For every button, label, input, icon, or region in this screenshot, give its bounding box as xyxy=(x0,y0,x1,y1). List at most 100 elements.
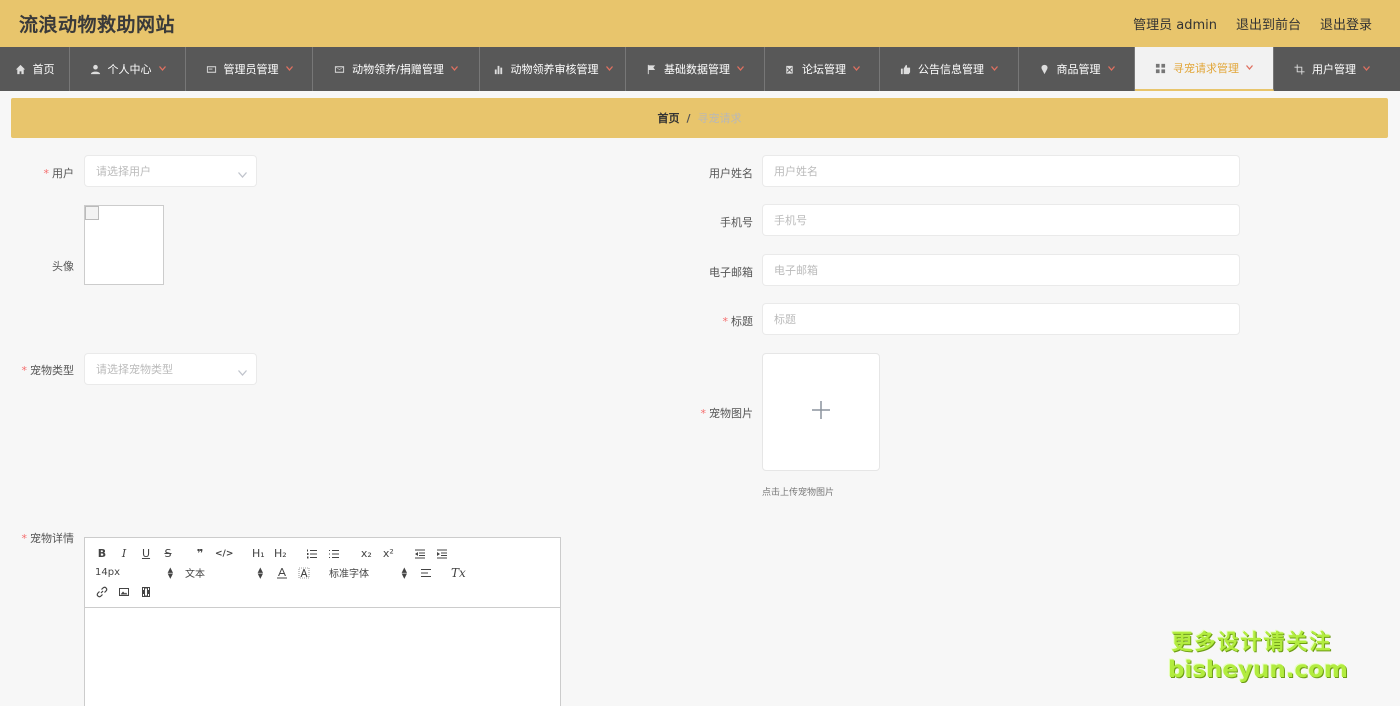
chevron-down-icon xyxy=(158,65,166,73)
nav-label: 首页 xyxy=(32,63,55,76)
name-input[interactable]: 用户姓名 xyxy=(762,155,1240,187)
superscript-button[interactable]: x² xyxy=(381,546,395,562)
chevron-down-icon xyxy=(238,168,247,178)
logout-link[interactable]: 退出登录 xyxy=(1320,14,1372,33)
header-select[interactable]: 文本 ▲ ▼ xyxy=(185,565,263,580)
updown-icon: ▲ ▼ xyxy=(257,565,263,580)
mail-icon xyxy=(334,64,345,75)
breadcrumb-current: 寻宠请求 xyxy=(697,112,742,125)
pet-detail-label: * 宠物详情 xyxy=(10,530,75,546)
font-size-value: 14px xyxy=(95,567,120,578)
chevron-down-icon xyxy=(1363,65,1370,73)
chevron-down-icon xyxy=(238,366,247,376)
crop-icon xyxy=(1294,63,1305,75)
phone-placeholder: 手机号 xyxy=(774,214,807,227)
email-input[interactable]: 电子邮箱 xyxy=(762,254,1240,286)
label-text: 宠物图片 xyxy=(709,407,753,420)
bar-chart-icon xyxy=(493,64,504,75)
font-family-select[interactable]: 标准字体 ▲ ▼ xyxy=(329,565,407,580)
nav-label: 论坛管理 xyxy=(802,63,846,76)
nav-label: 商品管理 xyxy=(1056,63,1101,76)
plus-icon xyxy=(811,400,831,424)
bold-button[interactable]: B xyxy=(95,546,109,562)
upload-tip: 点击上传宠物图片 xyxy=(762,488,835,498)
thumb-icon xyxy=(900,64,911,75)
indent-icon[interactable] xyxy=(435,546,449,562)
h1-button[interactable]: H₁ xyxy=(251,546,265,562)
current-user: 管理员 admin xyxy=(1133,18,1217,33)
required-mark: * xyxy=(722,315,729,328)
watermark-line2: bisheyun.com xyxy=(1168,657,1348,683)
nav-item-admin-manage[interactable]: 管理员管理 xyxy=(186,47,313,91)
chevron-down-icon xyxy=(853,65,860,73)
label-text: 宠物详情 xyxy=(30,532,74,545)
background-color-icon[interactable] xyxy=(297,565,311,581)
home-icon xyxy=(15,64,26,75)
font-color-icon[interactable] xyxy=(275,565,289,581)
link-icon[interactable] xyxy=(95,584,109,600)
nav-item-user-manage[interactable]: 用户管理 xyxy=(1274,47,1390,91)
video-icon[interactable] xyxy=(139,584,153,600)
nav-item-goods[interactable]: 商品管理 xyxy=(1019,47,1135,91)
pin-icon xyxy=(1039,64,1050,75)
chevron-down-icon xyxy=(450,65,458,73)
nav-item-home[interactable]: 首页 xyxy=(0,47,70,91)
phone-input[interactable]: 手机号 xyxy=(762,204,1240,236)
required-mark: * xyxy=(700,407,707,420)
watermark-line1: 更多设计请关注 xyxy=(1171,630,1333,654)
chevron-down-icon xyxy=(1246,64,1253,72)
clipboard-icon xyxy=(784,64,795,75)
nav-label: 动物领养/捐赠管理 xyxy=(352,63,444,76)
nav-label: 寻宠请求管理 xyxy=(1173,62,1239,75)
required-mark: * xyxy=(43,167,50,180)
title-label: * 标题 xyxy=(680,313,754,329)
required-mark: * xyxy=(21,364,28,377)
chevron-down-icon xyxy=(991,65,998,73)
nav-item-announcement[interactable]: 公告信息管理 xyxy=(880,47,1019,91)
breadcrumb-home[interactable]: 首页 xyxy=(657,110,679,126)
strike-button[interactable]: S xyxy=(161,546,175,562)
clean-format-button[interactable]: Tx xyxy=(451,565,466,581)
pet-image-upload[interactable] xyxy=(762,353,880,471)
user-label: * 用户 xyxy=(20,165,75,181)
underline-button[interactable]: U xyxy=(139,546,153,562)
nav-item-base-data[interactable]: 基础数据管理 xyxy=(626,47,765,91)
italic-button[interactable]: I xyxy=(117,546,131,562)
updown-icon: ▲ ▼ xyxy=(401,565,407,580)
bullet-list-icon[interactable] xyxy=(327,546,341,562)
grid-icon xyxy=(1155,63,1166,74)
back-to-frontend-link[interactable]: 退出到前台 xyxy=(1236,14,1301,33)
email-placeholder: 电子邮箱 xyxy=(774,264,818,277)
nav-item-personal-center[interactable]: 个人中心 xyxy=(70,47,186,91)
name-label: 用户姓名 xyxy=(709,167,753,180)
nav-label: 个人中心 xyxy=(107,63,152,76)
title-input[interactable]: 标题 xyxy=(762,303,1240,335)
user-select[interactable]: 请选择用户 xyxy=(84,155,257,187)
nav-item-forum[interactable]: 论坛管理 xyxy=(765,47,880,91)
align-icon[interactable] xyxy=(419,565,433,581)
nav-label: 基础数据管理 xyxy=(664,63,730,76)
outdent-icon[interactable] xyxy=(413,546,427,562)
nav-item-adoption-donation[interactable]: 动物领养/捐赠管理 xyxy=(313,47,480,91)
h2-button[interactable]: H₂ xyxy=(273,546,287,562)
pet-image-label: * 宠物图片 xyxy=(680,405,754,421)
breadcrumb-separator: / xyxy=(686,111,691,125)
code-block-button[interactable]: </> xyxy=(215,546,233,562)
ordered-list-icon[interactable] xyxy=(305,546,319,562)
font-size-select[interactable]: 14px ▲ ▼ xyxy=(95,565,173,580)
rich-text-editor: B I U S ❞ </> H₁ H₂ x₂ x² 14px ▲ ▼ 文本 ▲ ▼ xyxy=(84,537,561,706)
subscript-button[interactable]: x₂ xyxy=(359,546,373,562)
chevron-down-icon xyxy=(737,65,744,73)
label-text: 用户 xyxy=(52,167,74,180)
name-placeholder: 用户姓名 xyxy=(774,165,818,178)
flag-icon xyxy=(646,64,657,75)
pet-type-select[interactable]: 请选择宠物类型 xyxy=(84,353,257,385)
blockquote-button[interactable]: ❞ xyxy=(193,546,207,562)
nav-item-pet-request[interactable]: 寻宠请求管理 xyxy=(1135,47,1274,91)
updown-icon: ▲ ▼ xyxy=(167,565,173,580)
nav-label: 管理员管理 xyxy=(223,63,279,76)
image-icon[interactable] xyxy=(117,584,131,600)
phone-label: 手机号 xyxy=(720,216,753,229)
nav-item-adoption-review[interactable]: 动物领养审核管理 xyxy=(480,47,626,91)
chevron-down-icon xyxy=(605,65,613,73)
